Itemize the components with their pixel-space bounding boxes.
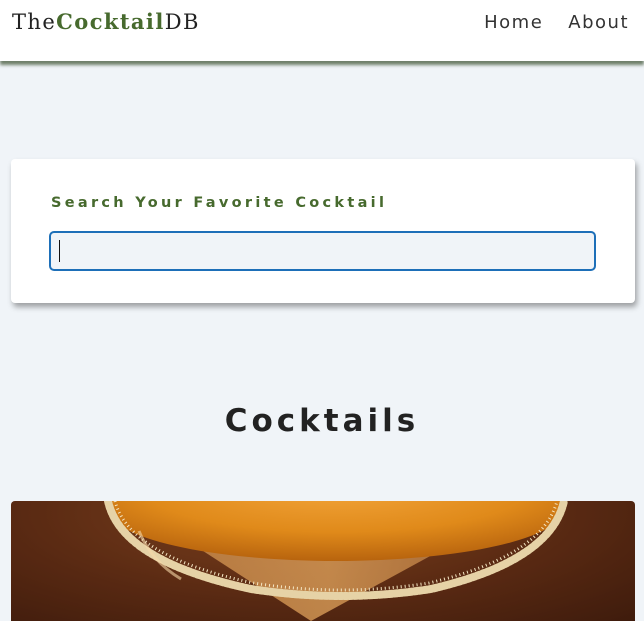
nav-link-about[interactable]: About — [568, 12, 629, 33]
search-input-wrapper — [49, 231, 596, 271]
logo-text-cocktail: Cocktail — [56, 9, 165, 34]
cocktail-card[interactable] — [11, 501, 635, 621]
navbar: TheCocktailDB Home About — [0, 0, 644, 61]
nav-links: Home About — [484, 12, 629, 33]
text-cursor — [59, 240, 60, 262]
logo-text-the: The — [12, 10, 57, 34]
search-label: Search Your Favorite Cocktail — [51, 195, 388, 211]
nav-link-home[interactable]: Home — [484, 12, 543, 33]
search-form: Search Your Favorite Cocktail — [11, 159, 635, 303]
cocktails-section-title: Cocktails — [224, 403, 420, 439]
search-input[interactable] — [49, 231, 596, 271]
logo[interactable]: TheCocktailDB — [12, 9, 200, 34]
cocktail-image — [11, 501, 635, 621]
logo-text-db: DB — [164, 10, 200, 34]
